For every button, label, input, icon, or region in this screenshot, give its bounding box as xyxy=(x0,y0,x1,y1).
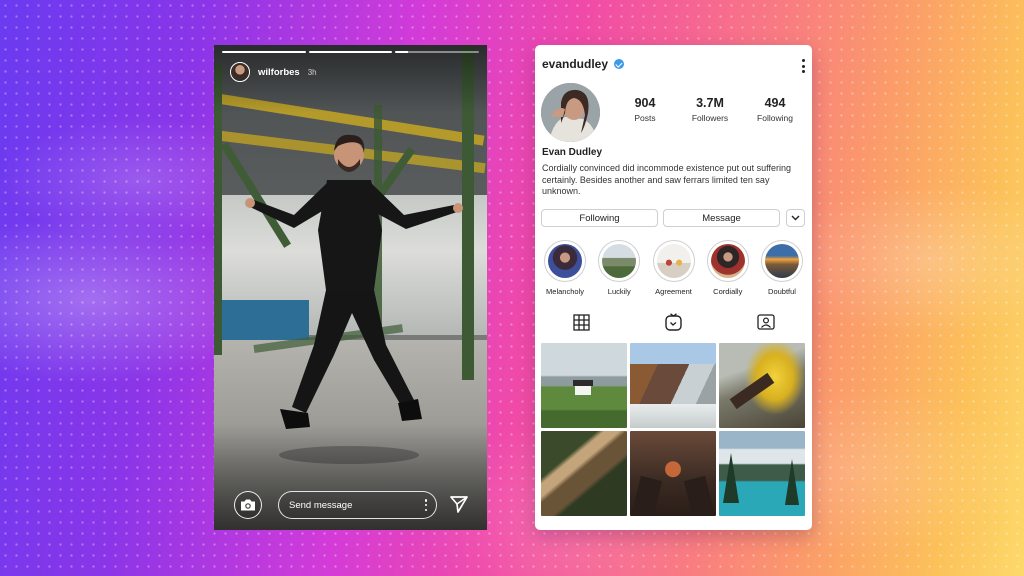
highlight-label: Doubtful xyxy=(768,287,796,296)
verified-badge-icon xyxy=(614,59,625,69)
chevron-down-icon xyxy=(791,215,800,221)
story-header: wilforbes 3h xyxy=(230,62,317,82)
highlight-label: Agreement xyxy=(655,287,692,296)
highlight-ring xyxy=(652,240,695,282)
post-thumbnail[interactable] xyxy=(719,431,805,516)
profile-username: evandudley xyxy=(542,57,609,71)
highlight-item[interactable]: Agreement xyxy=(648,240,700,296)
send-icon[interactable] xyxy=(449,494,469,514)
highlight-ring xyxy=(706,240,749,282)
message-button[interactable]: Message xyxy=(663,209,780,227)
story-username[interactable]: wilforbes xyxy=(258,67,300,78)
profile-header: evandudley xyxy=(542,57,625,71)
post-thumbnail[interactable] xyxy=(630,431,716,516)
post-shoe xyxy=(631,475,663,516)
post-house xyxy=(575,385,591,395)
camera-icon xyxy=(241,499,255,511)
highlight-item[interactable]: Cordially xyxy=(702,240,754,296)
highlight-label: Luckily xyxy=(607,287,631,296)
suggestions-dropdown-button[interactable] xyxy=(786,209,805,227)
post-tree xyxy=(785,459,799,505)
profile-avatar-photo xyxy=(541,83,600,142)
stat-value: 494 xyxy=(764,96,786,110)
following-button[interactable]: Following xyxy=(541,209,658,227)
posts-grid xyxy=(541,343,805,516)
post-thumbnail[interactable] xyxy=(630,343,716,428)
post-train xyxy=(729,372,775,410)
story-progress-segment xyxy=(222,51,306,53)
stat-following[interactable]: 494 Following xyxy=(745,96,805,123)
profile-actions: Following Message xyxy=(541,209,806,227)
post-thumbnail[interactable] xyxy=(541,343,627,428)
post-thumbnail[interactable] xyxy=(541,431,627,516)
highlight-item[interactable]: Melancholy xyxy=(539,240,591,296)
camera-button[interactable] xyxy=(234,491,262,519)
highlight-ring xyxy=(544,240,586,282)
stat-followers[interactable]: 3.7M Followers xyxy=(680,96,740,123)
profile-card: evandudley 904 Posts 3.7M Followers 494 … xyxy=(535,45,812,530)
story-progress-segment xyxy=(395,51,480,53)
story-timestamp: 3h xyxy=(307,67,317,77)
profile-display-name: Evan Dudley xyxy=(542,147,603,158)
stat-value: 904 xyxy=(634,96,656,110)
tab-tagged[interactable] xyxy=(751,311,781,333)
stat-posts[interactable]: 904 Posts xyxy=(615,96,675,123)
highlight-thumbnail xyxy=(710,244,745,278)
profile-bio: Cordially convinced did incommode existe… xyxy=(542,163,791,196)
stat-label: Following xyxy=(757,113,793,123)
story-progress-bar xyxy=(222,51,480,53)
tagged-icon xyxy=(757,314,775,330)
igtv-icon xyxy=(665,313,682,331)
story-viewer: wilforbes 3h xyxy=(214,45,487,530)
post-ground xyxy=(630,404,716,428)
tab-grid[interactable] xyxy=(566,311,596,333)
stat-label: Posts xyxy=(634,113,656,123)
highlight-thumbnail xyxy=(602,244,637,278)
grid-icon xyxy=(573,313,590,331)
story-user-avatar[interactable] xyxy=(230,62,250,82)
post-thumbnail[interactable] xyxy=(719,343,805,428)
more-vertical-icon[interactable] xyxy=(424,499,428,511)
post-shoe xyxy=(683,475,715,516)
more-options-icon[interactable] xyxy=(800,59,806,73)
stat-label: Followers xyxy=(691,113,729,123)
story-footer xyxy=(214,490,487,520)
stat-value: 3.7M xyxy=(696,96,724,110)
send-message-field[interactable] xyxy=(278,491,437,519)
highlight-ring xyxy=(598,240,641,282)
highlight-label: Melancholy xyxy=(546,287,584,296)
highlight-item[interactable]: Luckily xyxy=(593,240,645,296)
highlight-thumbnail xyxy=(548,244,582,278)
story-highlights: Melancholy Luckily Agreement Cordially D… xyxy=(539,240,808,296)
story-progress-segment xyxy=(308,51,393,53)
highlight-thumbnail xyxy=(656,244,691,278)
background-dot-pattern xyxy=(0,0,1024,576)
tab-igtv[interactable] xyxy=(658,311,688,333)
highlight-ring xyxy=(761,240,803,282)
send-message-input[interactable] xyxy=(289,492,414,518)
post-tree xyxy=(723,453,739,503)
story-vignette xyxy=(214,45,487,530)
highlight-thumbnail xyxy=(765,244,799,278)
profile-content-tabs xyxy=(535,311,812,333)
post-roof xyxy=(573,380,593,386)
highlight-label: Cordially xyxy=(713,287,743,296)
highlight-item[interactable]: Doubtful xyxy=(756,240,808,296)
profile-avatar[interactable] xyxy=(541,83,600,142)
profile-stats: 904 Posts 3.7M Followers 494 Following xyxy=(615,96,805,123)
